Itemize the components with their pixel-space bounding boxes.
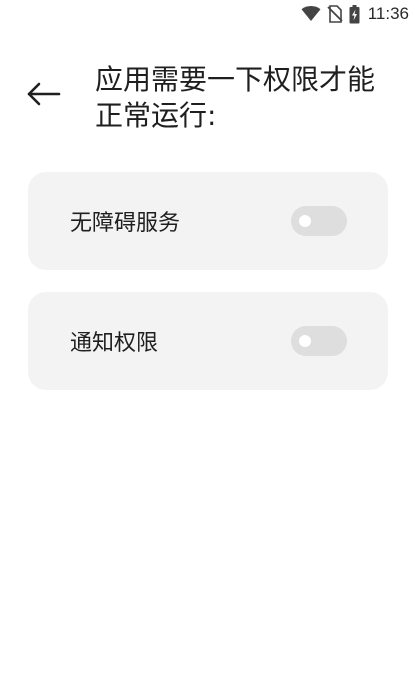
permission-item-notification: 通知权限 <box>28 292 388 390</box>
wifi-icon <box>301 6 321 22</box>
no-sim-icon <box>327 5 343 23</box>
permission-label: 通知权限 <box>70 331 159 356</box>
status-bar: 11:36 <box>0 0 415 30</box>
status-time: 11:36 <box>367 4 409 23</box>
battery-charging-icon <box>349 4 360 24</box>
accessibility-toggle[interactable] <box>291 206 347 236</box>
arrow-left-icon <box>27 82 61 110</box>
toggle-knob <box>299 215 311 227</box>
status-icons: 11:36 <box>301 3 409 25</box>
permission-label: 无障碍服务 <box>70 211 181 236</box>
page-title: 应用需要一下权限才能正常运行: <box>95 63 376 132</box>
toggle-knob <box>299 335 311 347</box>
permission-item-accessibility: 无障碍服务 <box>28 172 388 270</box>
back-button[interactable] <box>22 76 66 116</box>
notification-toggle[interactable] <box>291 326 347 356</box>
